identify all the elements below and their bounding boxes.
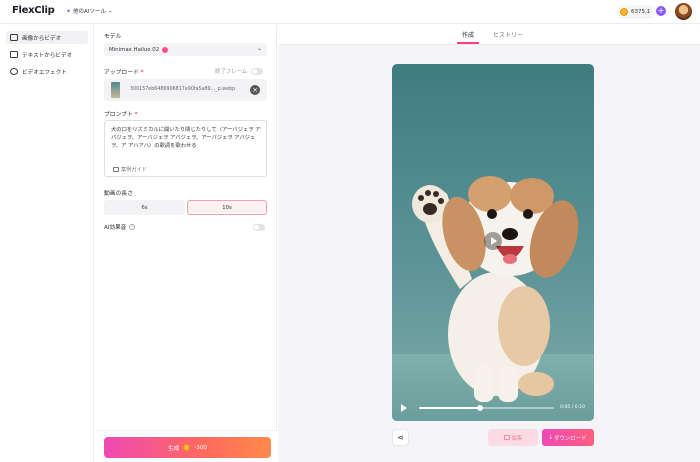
video-time: 0:05 / 0:10 <box>560 405 586 410</box>
generate-button[interactable]: 生成 -300 <box>104 437 271 458</box>
end-frame-label: 終了フレーム <box>215 69 248 75</box>
coin-icon <box>620 8 628 16</box>
text-to-video-icon <box>10 51 18 58</box>
sidebar-item-label: ビデオエフェクト <box>22 69 67 76</box>
flexclip-logo[interactable]: FlexClip <box>12 5 55 16</box>
duration-option-10s[interactable]: 10s <box>187 200 267 215</box>
model-badge-icon <box>162 46 169 53</box>
edit-button[interactable]: 編集 <box>488 429 538 446</box>
image-to-video-icon <box>10 34 18 41</box>
settings-panel: モデル Minimax Hailuo 02 ⌄ アップロード * 終了フレーム … <box>95 25 277 462</box>
credits-badge[interactable]: 6375.1 <box>617 5 656 19</box>
coin-icon <box>183 444 191 451</box>
credits-value: 6375.1 <box>631 9 651 15</box>
play-icon[interactable] <box>401 404 407 412</box>
sidebar-item-text-to-video[interactable]: テキストからビデオ <box>6 48 88 61</box>
model-label: モデル <box>104 34 122 40</box>
duration-option-6s[interactable]: 6s <box>104 200 185 215</box>
play-overlay-button[interactable] <box>484 232 502 250</box>
video-controls: 0:05 / 0:10 <box>392 400 594 421</box>
prompt-guide-label: 案例ガイド <box>121 167 147 173</box>
generate-label: 生成 <box>168 445 180 452</box>
ai-sound-row: AI効果音 ? <box>104 223 136 231</box>
sidebar-item-label: テキストからビデオ <box>22 52 73 59</box>
top-header: FlexClip ✦ 他のAIツール ⌄ 6375.1 + <box>0 0 700 24</box>
end-frame-toggle[interactable] <box>251 67 264 75</box>
ai-tools-menu[interactable]: ✦ 他のAIツール ⌄ <box>66 7 113 16</box>
prompt-label: プロンプト * <box>104 112 138 118</box>
ai-sound-label: AI効果音 <box>104 225 127 231</box>
preview-area: 作成 ヒストリー 0:05 / 0:10 ⋖ 編集 ⤓ ダウンロード <box>278 25 700 462</box>
duration-label: 動画の長さ <box>104 191 133 197</box>
upload-label: アップロード * <box>104 70 144 76</box>
model-select[interactable]: Minimax Hailuo 02 ⌄ <box>104 43 267 56</box>
edit-label: 編集 <box>511 435 523 442</box>
video-player[interactable]: 0:05 / 0:10 <box>392 64 594 421</box>
uploaded-file[interactable]: 300157eb6486906817e90fa5a89..._p.webp × <box>104 79 267 101</box>
tab-history[interactable]: ヒストリー <box>493 30 523 39</box>
left-sidebar: 画像からビデオ テキストからビデオ ビデオエフェクト <box>0 25 94 462</box>
guide-icon <box>113 167 119 172</box>
sparkle-icon: ✦ <box>66 7 72 15</box>
ai-tools-label: 他のAIツール <box>73 9 106 15</box>
sidebar-item-image-to-video[interactable]: 画像からビデオ <box>6 31 88 44</box>
uploaded-thumbnail <box>111 82 120 98</box>
share-button[interactable]: ⋖ <box>392 429 409 446</box>
active-tab-indicator <box>457 42 479 44</box>
avatar[interactable] <box>675 3 692 20</box>
uploaded-filename: 300157eb6486906817e90fa5a89..._p.webp <box>130 87 236 92</box>
model-value: Minimax Hailuo 02 <box>109 46 160 53</box>
download-icon: ⤓ <box>549 434 553 440</box>
help-icon[interactable]: ? <box>129 224 136 230</box>
generate-cost: -300 <box>194 444 207 451</box>
download-button[interactable]: ⤓ ダウンロード <box>542 429 594 446</box>
sidebar-item-label: 画像からビデオ <box>22 35 62 42</box>
chevron-down-icon: ⌄ <box>256 45 262 52</box>
video-progress-fill <box>419 407 480 409</box>
video-progress-handle[interactable] <box>476 405 483 411</box>
edit-icon <box>503 435 510 440</box>
video-progress-track[interactable] <box>419 405 554 411</box>
video-effect-icon <box>10 68 18 75</box>
prompt-text: 犬の口をリズミカルに開いたり閉じたりして（アーバジェヲ アバジェヲ、アーバジェヲ… <box>111 127 261 149</box>
ai-sound-toggle[interactable] <box>253 224 265 231</box>
end-frame-toggle-row: 終了フレーム <box>215 67 264 75</box>
remove-file-button[interactable]: × <box>250 85 260 95</box>
tab-create[interactable]: 作成 <box>462 30 474 39</box>
prompt-textarea[interactable]: 犬の口をリズミカルに開いたり閉じたりして（アーバジェヲ アバジェヲ、アーバジェヲ… <box>104 120 267 177</box>
chevron-down-icon: ⌄ <box>107 8 113 14</box>
sidebar-item-video-effect[interactable]: ビデオエフェクト <box>6 65 88 78</box>
download-label: ダウンロード <box>554 435 587 442</box>
add-credits-button[interactable]: + <box>656 6 666 16</box>
prompt-guide-link[interactable]: 案例ガイド <box>113 166 147 173</box>
preview-tabs: 作成 ヒストリー <box>278 25 700 45</box>
